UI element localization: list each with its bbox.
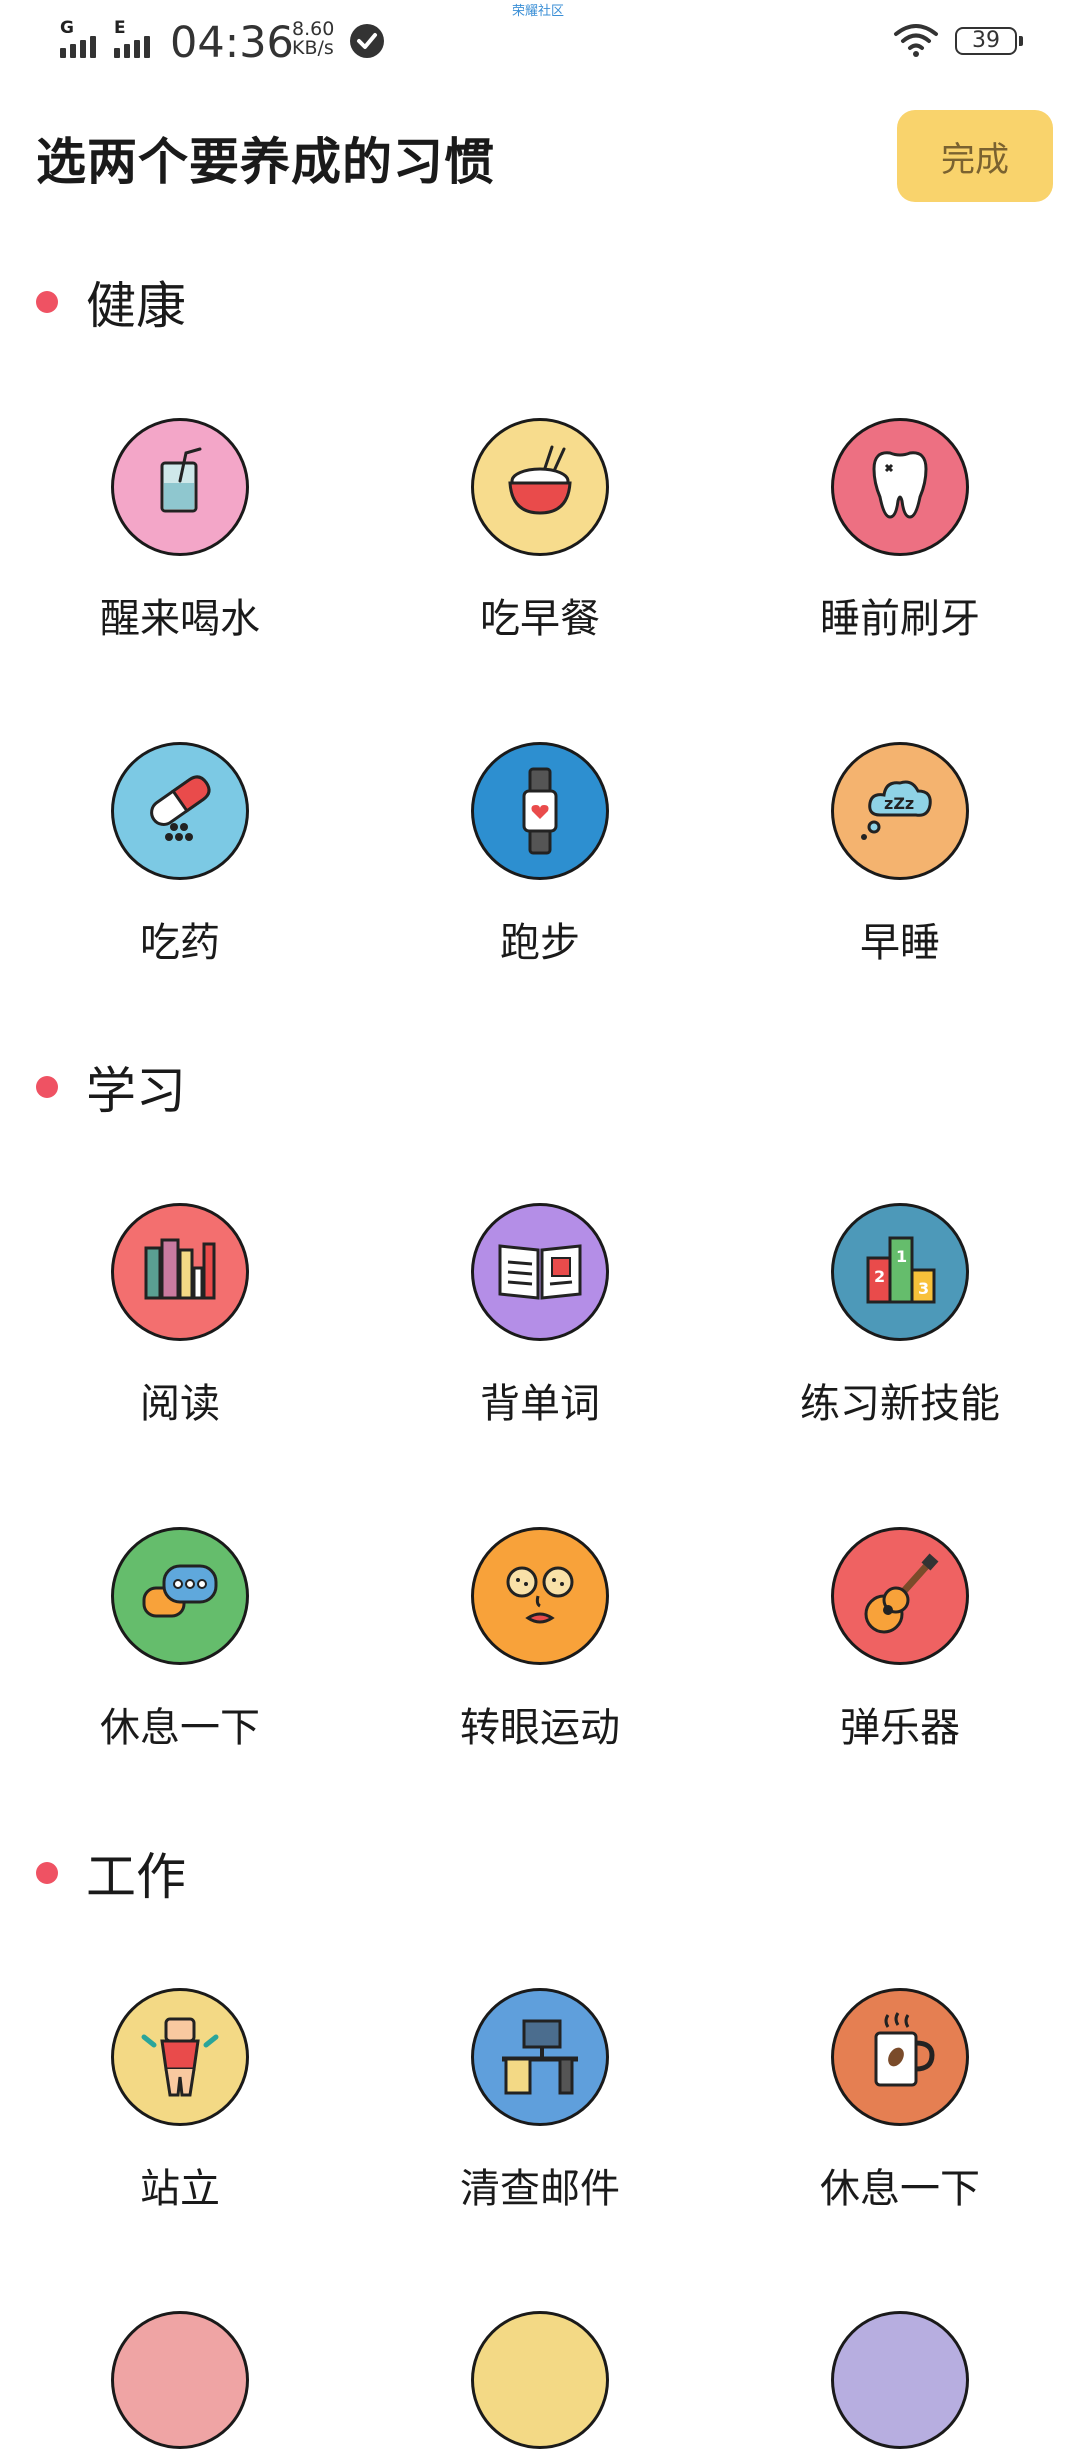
- habit-label: 背单词: [480, 1381, 600, 1427]
- svg-text:1: 1: [896, 1247, 907, 1266]
- habit-reading[interactable]: 阅读: [30, 1203, 330, 1429]
- svg-text:2: 2: [874, 1267, 885, 1286]
- smartwatch-icon: [471, 742, 609, 880]
- podium-icon: 213: [831, 1203, 969, 1341]
- habit-brush-teeth[interactable]: 睡前刷牙: [750, 418, 1050, 644]
- habit-vocabulary[interactable]: 背单词: [390, 1203, 690, 1429]
- status-bar: G E 04:36 8.60 KB/s 荣耀社区 39: [0, 0, 1080, 80]
- habit-take-break[interactable]: 休息一下: [30, 1527, 330, 1753]
- network-speed: 8.60 KB/s: [292, 20, 334, 58]
- books-icon: [111, 1203, 249, 1341]
- standing-figure-icon: [111, 1988, 249, 2126]
- habit-label: 练习新技能: [800, 1381, 1000, 1427]
- habit-label: 清查邮件: [460, 2166, 620, 2212]
- habit-label: 睡前刷牙: [820, 596, 980, 642]
- chat-bubbles-icon: [111, 1527, 249, 1665]
- habit-label: 休息一下: [820, 2166, 980, 2212]
- water-cup-icon: [111, 418, 249, 556]
- section-title: 健康: [86, 277, 186, 335]
- network-speed-unit: KB/s: [292, 37, 334, 59]
- page-title: 选两个要养成的习惯: [36, 133, 495, 191]
- svg-text:3: 3: [918, 1279, 929, 1298]
- habit-partial[interactable]: [750, 2311, 1050, 2449]
- section-bullet: [36, 1076, 58, 1098]
- wifi-icon: [894, 24, 938, 57]
- svg-text:zZz: zZz: [884, 794, 914, 813]
- habit-label: 吃早餐: [480, 596, 600, 642]
- habit-new-skill[interactable]: 213 练习新技能: [750, 1203, 1050, 1429]
- habit-label: 转眼运动: [460, 1705, 620, 1751]
- habit-drink-water[interactable]: 醒来喝水: [30, 418, 330, 644]
- pill-icon: [111, 742, 249, 880]
- signal-strength-icon: G: [60, 18, 96, 58]
- habit-label: 跑步: [500, 920, 580, 966]
- habit-label: 醒来喝水: [100, 596, 260, 642]
- clock: 04:36: [170, 18, 294, 68]
- habit-running[interactable]: 跑步: [390, 742, 690, 968]
- habit-label: 阅读: [140, 1381, 220, 1427]
- section-title: 工作: [86, 1848, 186, 1906]
- signal-strength-icon-2: E: [114, 18, 150, 58]
- habit-label: 早睡: [860, 920, 940, 966]
- habit-eye-exercise[interactable]: 转眼运动: [390, 1527, 690, 1753]
- network-type-label-2: E: [114, 18, 126, 38]
- habit-instrument[interactable]: 弹乐器: [750, 1527, 1050, 1753]
- network-type-label: G: [60, 18, 74, 38]
- computer-desk-icon: [471, 1988, 609, 2126]
- coffee-mug-icon: [831, 1988, 969, 2126]
- section-title: 学习: [86, 1062, 186, 1120]
- guitar-icon: [831, 1527, 969, 1665]
- habit-coffee-break[interactable]: 休息一下: [750, 1988, 1050, 2214]
- sleep-cloud-icon: zZz: [831, 742, 969, 880]
- face-mask-icon: [471, 1527, 609, 1665]
- habit-breakfast[interactable]: 吃早餐: [390, 418, 690, 644]
- section-health-header: 健康: [36, 266, 186, 338]
- rice-bowl-icon: [471, 418, 609, 556]
- habit-label: 吃药: [140, 920, 220, 966]
- partial-habit-icon: [831, 2311, 969, 2449]
- section-study-header: 学习: [36, 1051, 186, 1123]
- section-bullet: [36, 1862, 58, 1884]
- battery-indicator: 39: [955, 27, 1023, 55]
- open-book-icon: [471, 1203, 609, 1341]
- section-bullet: [36, 291, 58, 313]
- section-work-header: 工作: [36, 1837, 186, 1909]
- check-circle-icon: [350, 24, 384, 58]
- habit-take-medicine[interactable]: 吃药: [30, 742, 330, 968]
- habit-partial[interactable]: [390, 2311, 690, 2449]
- partial-habit-icon: [471, 2311, 609, 2449]
- battery-level: 39: [972, 28, 1000, 53]
- habit-stand-up[interactable]: 站立: [30, 1988, 330, 2214]
- habit-label: 休息一下: [100, 1705, 260, 1751]
- habit-label: 弹乐器: [840, 1705, 960, 1751]
- habit-check-email[interactable]: 清查邮件: [390, 1988, 690, 2214]
- carrier-text: 荣耀社区: [512, 4, 565, 19]
- partial-habit-icon: [111, 2311, 249, 2449]
- habit-label: 站立: [140, 2166, 220, 2212]
- tooth-icon: [831, 418, 969, 556]
- habit-partial[interactable]: [30, 2311, 330, 2449]
- done-button[interactable]: 完成: [897, 110, 1053, 202]
- habit-sleep-early[interactable]: zZz 早睡: [750, 742, 1050, 968]
